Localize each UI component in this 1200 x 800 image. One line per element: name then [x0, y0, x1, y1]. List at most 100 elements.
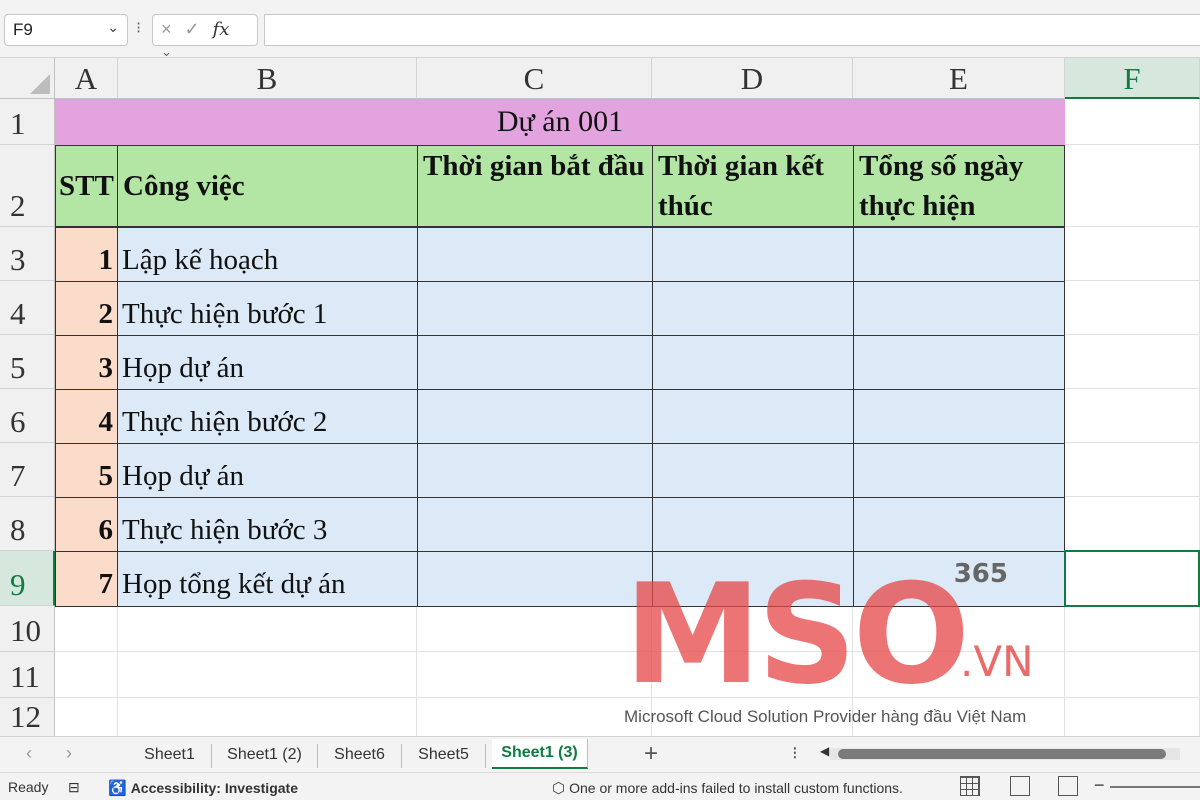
sheet-title[interactable]: Dự án 001: [55, 99, 1065, 145]
header-task[interactable]: Công việc: [117, 145, 418, 227]
cell[interactable]: [853, 698, 1065, 738]
column-header-d[interactable]: D: [652, 58, 853, 99]
add-sheet-icon[interactable]: +: [644, 740, 658, 768]
cell[interactable]: [1065, 606, 1200, 652]
cell[interactable]: [853, 652, 1065, 698]
page-layout-view-icon[interactable]: [1010, 776, 1030, 796]
cell[interactable]: [1065, 99, 1200, 145]
end-cell[interactable]: [652, 335, 854, 390]
start-cell[interactable]: [417, 497, 653, 552]
header-total-days[interactable]: Tổng số ngày thực hiện: [853, 145, 1065, 227]
stt-cell[interactable]: 3: [55, 335, 118, 390]
cell[interactable]: [1065, 698, 1200, 738]
end-cell[interactable]: [652, 281, 854, 336]
cell[interactable]: [55, 652, 118, 698]
stt-cell[interactable]: 2: [55, 281, 118, 336]
end-cell[interactable]: [652, 227, 854, 282]
days-cell-e9[interactable]: 365: [853, 551, 1065, 607]
header-start-time[interactable]: Thời gian bắt đầu: [417, 145, 653, 227]
end-cell[interactable]: [652, 389, 854, 444]
page-break-view-icon[interactable]: [1058, 776, 1078, 796]
column-header-c[interactable]: C: [417, 58, 652, 99]
more-options-icon[interactable]: ⁝: [792, 743, 798, 764]
more-options-icon[interactable]: ⁝: [136, 18, 141, 38]
cell[interactable]: [417, 606, 652, 652]
start-cell[interactable]: [417, 389, 653, 444]
header-stt[interactable]: STT: [55, 145, 118, 227]
stt-cell[interactable]: 5: [55, 443, 118, 498]
task-cell[interactable]: Họp dự án: [117, 335, 418, 390]
cell[interactable]: [652, 606, 853, 652]
row-header-9[interactable]: 9: [0, 551, 55, 606]
cell[interactable]: [1065, 281, 1200, 335]
cell[interactable]: [118, 652, 417, 698]
row-header-5[interactable]: 5: [0, 335, 55, 389]
row-header-7[interactable]: 7: [0, 443, 55, 497]
stt-cell[interactable]: 4: [55, 389, 118, 444]
chevron-down-icon[interactable]: ⌄: [107, 19, 119, 36]
macro-record-icon[interactable]: ⊟: [68, 779, 80, 796]
stt-cell[interactable]: 7: [55, 551, 118, 607]
zoom-slider[interactable]: [1110, 786, 1200, 788]
active-cell-f9[interactable]: [1064, 550, 1200, 607]
days-cell[interactable]: [853, 497, 1065, 552]
end-cell[interactable]: [652, 497, 854, 552]
sheet-tab[interactable]: Sheet1 (2): [212, 744, 318, 768]
normal-view-icon[interactable]: [960, 776, 980, 796]
days-cell[interactable]: [853, 227, 1065, 282]
cell[interactable]: [1065, 652, 1200, 698]
task-cell[interactable]: Họp tổng kết dự án: [117, 551, 418, 607]
start-cell[interactable]: [417, 551, 653, 607]
task-cell[interactable]: Thực hiện bước 3: [117, 497, 418, 552]
zoom-out-icon[interactable]: −: [1094, 775, 1105, 796]
column-header-b[interactable]: B: [118, 58, 417, 99]
cell[interactable]: [118, 606, 417, 652]
select-all-button[interactable]: [0, 58, 55, 99]
addins-status[interactable]: ⬡ One or more add-ins failed to install c…: [552, 779, 903, 797]
sheet-tab-active[interactable]: Sheet1 (3): [492, 739, 588, 769]
spreadsheet-grid[interactable]: A B C D E F 1 2 3 4 5 6 7 8 9 10 11 12 D…: [0, 58, 1200, 738]
sheet-tab[interactable]: Sheet6: [318, 744, 402, 768]
cell[interactable]: [55, 606, 118, 652]
row-header-3[interactable]: 3: [0, 227, 55, 281]
chevron-right-icon[interactable]: ›: [66, 743, 72, 764]
enter-icon[interactable]: ✓: [185, 19, 200, 40]
formula-input[interactable]: [264, 14, 1200, 46]
stt-cell[interactable]: 6: [55, 497, 118, 552]
cell[interactable]: [1065, 335, 1200, 389]
cell[interactable]: [1065, 497, 1200, 551]
start-cell[interactable]: [417, 335, 653, 390]
cell[interactable]: [417, 698, 652, 738]
cell[interactable]: [1065, 443, 1200, 497]
cell[interactable]: [1065, 389, 1200, 443]
scrollbar-thumb[interactable]: [838, 749, 1166, 759]
row-header-1[interactable]: 1: [0, 99, 55, 145]
accessibility-status[interactable]: ♿ Accessibility: Investigate: [108, 779, 298, 797]
row-header-8[interactable]: 8: [0, 497, 55, 551]
task-cell[interactable]: Thực hiện bước 2: [117, 389, 418, 444]
row-header-4[interactable]: 4: [0, 281, 55, 335]
row-header-10[interactable]: 10: [0, 606, 55, 652]
cell[interactable]: [55, 698, 118, 738]
start-cell[interactable]: [417, 227, 653, 282]
days-cell[interactable]: [853, 335, 1065, 390]
days-cell[interactable]: [853, 389, 1065, 444]
cell[interactable]: [417, 652, 652, 698]
cell[interactable]: [853, 606, 1065, 652]
chevron-left-icon[interactable]: ‹: [26, 743, 32, 764]
column-header-e[interactable]: E: [853, 58, 1065, 99]
row-header-2[interactable]: 2: [0, 145, 55, 227]
name-box[interactable]: F9 ⌄: [4, 14, 128, 46]
days-cell[interactable]: [853, 281, 1065, 336]
row-header-12[interactable]: 12: [0, 698, 55, 738]
cell[interactable]: [652, 698, 853, 738]
header-end-time[interactable]: Thời gian kết thúc: [652, 145, 854, 227]
end-cell[interactable]: [652, 443, 854, 498]
cell[interactable]: [652, 652, 853, 698]
scroll-left-icon[interactable]: ◀: [820, 744, 829, 758]
stt-cell[interactable]: 1: [55, 227, 118, 282]
horizontal-scrollbar[interactable]: [830, 748, 1180, 760]
task-cell[interactable]: Lập kế hoạch: [117, 227, 418, 282]
days-cell[interactable]: [853, 443, 1065, 498]
insert-function-icon[interactable]: fx: [213, 19, 230, 40]
